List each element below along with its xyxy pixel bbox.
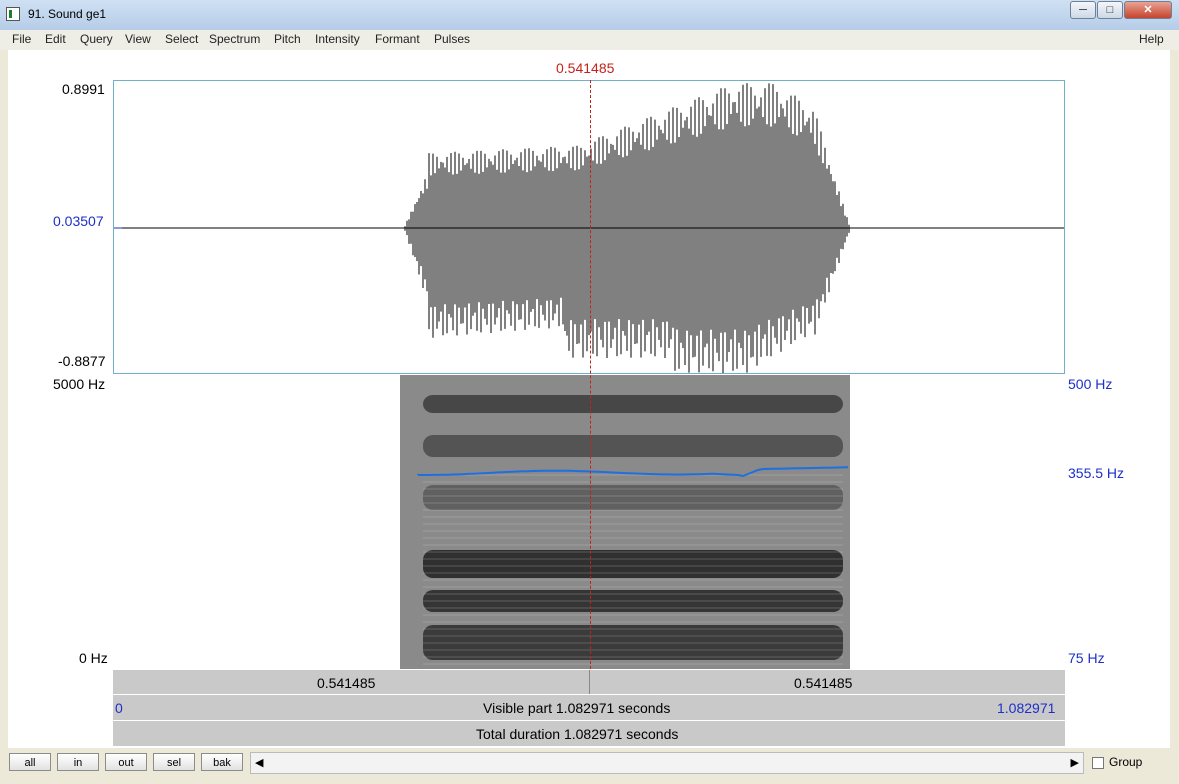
spectrogram-graphic — [400, 375, 850, 669]
waveform-ymax-label: 0.8991 — [62, 81, 105, 97]
menu-view[interactable]: View — [125, 32, 151, 46]
zoom-sel-button[interactable]: sel — [153, 753, 195, 771]
menu-select[interactable]: Select — [165, 32, 198, 46]
menu-spectrum[interactable]: Spectrum — [209, 32, 260, 46]
scroll-right-icon[interactable]: ▶ — [1071, 756, 1079, 769]
menu-pulses[interactable]: Pulses — [434, 32, 470, 46]
menu-help[interactable]: Help — [1139, 32, 1164, 46]
scroll-left-icon[interactable]: ◀ — [255, 756, 263, 769]
selection-row[interactable]: 0.541485 0.541485 — [113, 669, 1065, 694]
zoom-in-button[interactable]: in — [57, 753, 99, 771]
menu-query[interactable]: Query — [80, 32, 113, 46]
menu-pitch[interactable]: Pitch — [274, 32, 301, 46]
cursor-line — [590, 80, 591, 669]
visible-end-time: 1.082971 — [997, 700, 1056, 716]
visible-part-row[interactable]: 0 Visible part 1.082971 seconds 1.082971 — [113, 694, 1065, 720]
zoom-all-button[interactable]: all — [9, 753, 51, 771]
group-label: Group — [1109, 755, 1143, 769]
group-checkbox[interactable] — [1092, 757, 1104, 769]
spectrogram-fmax-label: 5000 Hz — [53, 376, 106, 392]
pitch-max-label: 500 Hz — [1068, 376, 1113, 392]
waveform-ymid-label: 0.03507 — [53, 213, 104, 229]
right-segment-duration: 0.541485 — [794, 675, 853, 691]
horizontal-scrollbar[interactable]: ◀ ▶ — [250, 752, 1084, 774]
total-duration-label: Total duration 1.082971 seconds — [476, 726, 679, 742]
pitch-min-label: 75 Hz — [1068, 650, 1105, 666]
spectrogram-fmin-label: 0 Hz — [79, 650, 108, 666]
segment-divider — [589, 670, 590, 694]
spectrogram-panel[interactable] — [113, 375, 1065, 669]
zoom-out-button[interactable]: out — [105, 753, 147, 771]
minimize-icon: ─ — [1079, 4, 1087, 16]
visible-start-time: 0 — [115, 700, 123, 716]
left-segment-duration: 0.541485 — [317, 675, 376, 691]
waveform-graphic — [114, 83, 1064, 373]
window-title: 91. Sound ge1 — [28, 7, 107, 21]
app-icon — [6, 7, 20, 21]
menu-bar: File Edit Query View Select Spectrum Pit… — [0, 30, 1179, 50]
total-duration-row[interactable]: Total duration 1.082971 seconds — [113, 720, 1065, 746]
menu-intensity[interactable]: Intensity — [315, 32, 360, 46]
title-bar: 91. Sound ge1 ─ □ ✕ — [0, 0, 1179, 31]
waveform-ymin-label: -0.8877 — [58, 353, 106, 369]
visible-part-label: Visible part 1.082971 seconds — [483, 700, 671, 716]
menu-formant[interactable]: Formant — [375, 32, 420, 46]
cursor-time-label: 0.541485 — [556, 60, 615, 76]
close-button[interactable]: ✕ — [1124, 1, 1172, 19]
waveform-panel[interactable] — [113, 80, 1065, 374]
maximize-button[interactable]: □ — [1097, 1, 1123, 19]
menu-edit[interactable]: Edit — [45, 32, 66, 46]
pitch-current-label: 355.5 Hz — [1068, 465, 1125, 481]
zoom-back-button[interactable]: bak — [201, 753, 243, 771]
close-icon: ✕ — [1143, 4, 1153, 16]
menu-file[interactable]: File — [12, 32, 31, 46]
maximize-icon: □ — [1106, 4, 1114, 16]
minimize-button[interactable]: ─ — [1070, 1, 1096, 19]
